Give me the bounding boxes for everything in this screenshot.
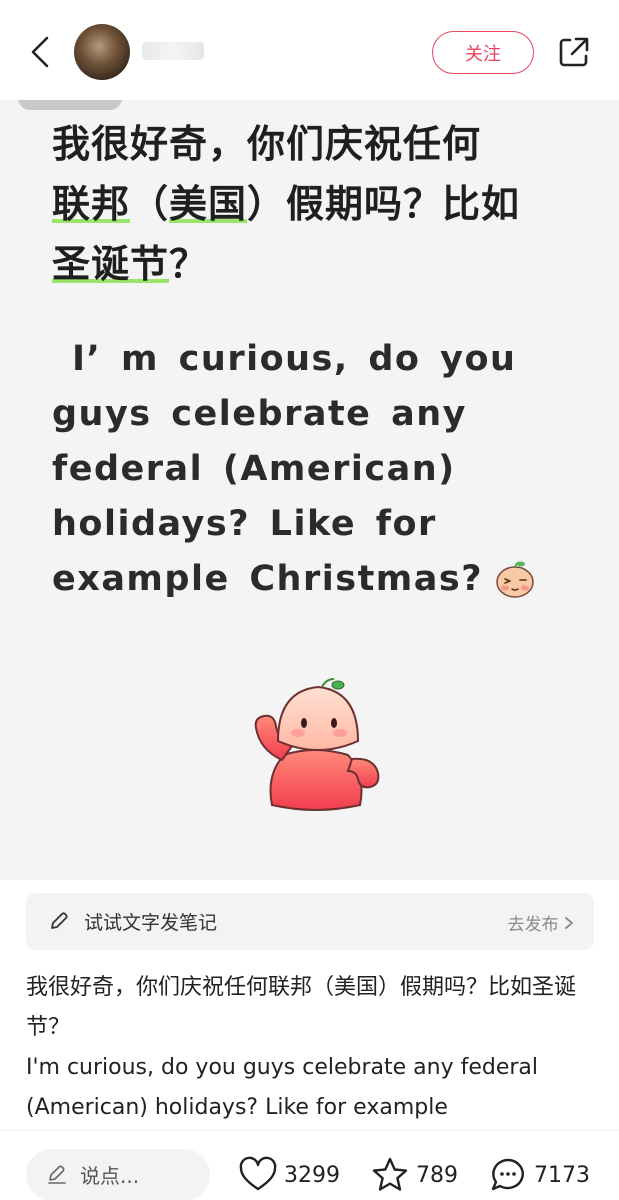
en-line-2: guys celebrate any (52, 394, 467, 434)
bottom-action-bar: 说点... 3299 789 7173 (0, 1130, 619, 1200)
comment-input[interactable]: 说点... (26, 1149, 210, 1200)
chinese-question: 我很好奇，你们庆祝任何 联邦（美国）假期吗？比如 圣诞节？ (52, 114, 592, 294)
cn-line-3-rest: ？ (169, 242, 209, 286)
note-image[interactable]: 我很好奇，你们庆祝任何 联邦（美国）假期吗？比如 圣诞节？ I’ m curio… (0, 100, 619, 880)
pen-icon (48, 1165, 66, 1184)
go-publish-label: 去发布 (507, 915, 559, 935)
en-line-5-text: example Christmas? (52, 559, 484, 599)
en-line-4: holidays? Like for (52, 504, 437, 544)
cn-line-2: 联邦（美国）假期吗？比如 (52, 174, 592, 234)
blushing-face-emoji-icon (496, 561, 534, 598)
highlight-federal: 联邦 (52, 182, 131, 226)
cn-line-2-rest: ）假期吗？比如 (247, 182, 521, 226)
collect-count: 789 (416, 1162, 458, 1188)
waving-mascot-icon (254, 678, 380, 811)
body-paragraph-cn: 我很好奇，你们庆祝任何联邦（美国）假期吗？比如圣诞节？ (26, 975, 577, 1040)
share-icon (559, 37, 589, 67)
en-line-5: example Christmas? (52, 552, 592, 607)
english-question: I’ m curious, do you guys celebrate any … (52, 332, 592, 607)
body-paragraph-en: I'm curious, do you guys celebrate any f… (26, 1055, 546, 1120)
star-icon (372, 1157, 408, 1191)
highlight-america: 美国 (169, 182, 248, 226)
try-text-label: 试试文字发笔记 (84, 912, 218, 934)
follow-button[interactable]: 关注 (432, 31, 534, 74)
en-line-1: I’ m curious, do you (72, 339, 517, 379)
cn-line-3: 圣诞节？ (52, 234, 592, 294)
comment-bubble-icon (491, 1158, 524, 1191)
back-button[interactable] (24, 32, 56, 72)
pencil-icon (51, 912, 68, 929)
cn-paren-open: （ (130, 182, 170, 226)
heart-icon (239, 1156, 277, 1191)
go-publish-link[interactable]: 去发布 (508, 910, 574, 935)
share-button[interactable] (556, 34, 592, 70)
top-bar: 关注 (0, 0, 619, 100)
username-redacted[interactable] (142, 42, 204, 60)
like-button[interactable]: 3299 (238, 1155, 340, 1195)
highlight-christmas: 圣诞节 (52, 242, 170, 286)
like-count: 3299 (284, 1162, 340, 1188)
collect-button[interactable]: 789 (370, 1155, 458, 1195)
avatar[interactable] (74, 24, 130, 80)
try-text-note-bar[interactable]: 试试文字发笔记 去发布 (26, 893, 594, 950)
chevron-left-icon (31, 36, 49, 68)
image-indicator (18, 100, 122, 110)
chevron-right-icon (564, 915, 574, 935)
comment-count: 7173 (534, 1162, 590, 1188)
comment-button[interactable]: 7173 (488, 1155, 590, 1195)
cn-line-1: 我很好奇，你们庆祝任何 (52, 122, 482, 166)
comment-placeholder: 说点... (80, 1164, 140, 1188)
note-body: 我很好奇，你们庆祝任何联邦（美国）假期吗？比如圣诞节？ I'm curious,… (26, 968, 596, 1128)
en-line-3: federal (American) (52, 449, 456, 489)
